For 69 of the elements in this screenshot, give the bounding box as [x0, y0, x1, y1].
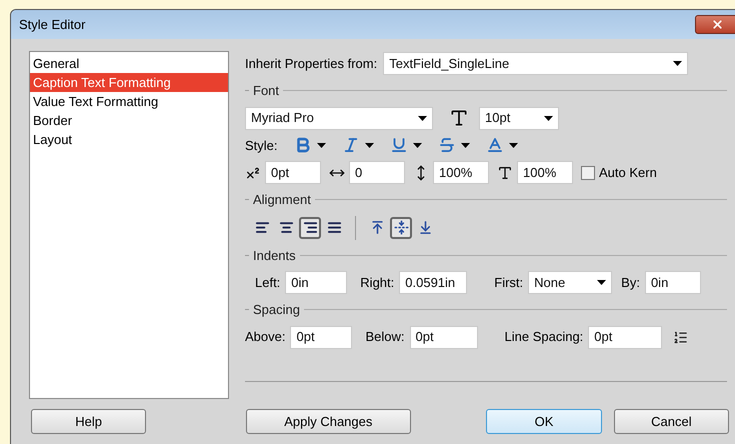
text-field[interactable]: 0pt: [265, 161, 321, 184]
category-item[interactable]: Caption Text Formatting: [30, 73, 228, 92]
close-icon: [710, 18, 724, 31]
field-label: By:: [621, 274, 640, 292]
text-field[interactable]: 100%: [433, 161, 489, 184]
font-family-dropdown[interactable]: Myriad Pro: [245, 106, 433, 130]
category-item[interactable]: Value Text Formatting: [30, 92, 228, 111]
caret-icon: [544, 116, 553, 120]
align-center-icon: [278, 220, 294, 235]
category-item[interactable]: Layout: [30, 130, 228, 149]
dialog-button[interactable]: OK: [486, 409, 602, 434]
caret-icon: [418, 116, 427, 120]
field-label: Above:: [245, 328, 286, 346]
first-line-dropdown[interactable]: None: [528, 271, 612, 294]
text-field[interactable]: 0in: [644, 271, 701, 294]
text-field[interactable]: 0: [349, 161, 405, 184]
text-field[interactable]: 0pt: [290, 326, 352, 348]
field-label: Left:: [255, 274, 280, 292]
align-justify-icon: [326, 220, 342, 235]
style-dropdown-button[interactable]: [438, 136, 470, 154]
text-field[interactable]: 0.0591in: [399, 271, 468, 294]
dialog-button[interactable]: Apply Changes: [246, 409, 411, 434]
text-field[interactable]: 0in: [285, 271, 348, 294]
dialog-button[interactable]: Help: [31, 409, 146, 434]
strikethrough-icon: [438, 136, 456, 154]
caret-icon: [597, 280, 606, 285]
field-label: Inherit Properties from:: [245, 54, 378, 73]
align-right-icon: [302, 220, 318, 235]
caret-icon: [316, 142, 326, 148]
section-heading: Font: [253, 82, 280, 100]
field-label: Line Spacing:: [504, 328, 584, 346]
style-dropdown-button[interactable]: [390, 136, 422, 154]
text-color-icon: [486, 136, 504, 154]
text-field[interactable]: 100%: [517, 161, 573, 184]
text-field[interactable]: 0pt: [588, 326, 662, 348]
underline-icon: [390, 136, 408, 154]
font-size-icon: [449, 108, 469, 128]
field-label: Right:: [360, 274, 394, 292]
font-size-dropdown[interactable]: 10pt: [479, 106, 559, 130]
inherit-dropdown[interactable]: TextField_SingleLine: [383, 52, 688, 75]
category-item[interactable]: Border: [30, 111, 228, 130]
close-button[interactable]: [695, 15, 735, 34]
section-heading: Alignment: [253, 191, 311, 209]
caret-icon: [364, 142, 374, 148]
caret-icon: [412, 142, 422, 148]
text-field[interactable]: 0pt: [410, 326, 478, 348]
caret-icon: [460, 142, 470, 148]
horizontal-scale-icon: [497, 164, 513, 180]
window-title: Style Editor: [19, 16, 86, 34]
category-item[interactable]: General: [30, 54, 228, 73]
align-middle-icon: [394, 220, 408, 235]
section-heading: Indents: [253, 246, 296, 264]
field-label: First:: [494, 274, 524, 292]
superscript-icon: [245, 164, 261, 180]
field-label: Below:: [365, 328, 405, 346]
line-spacing-icon: [673, 330, 688, 344]
dialog-button[interactable]: Cancel: [614, 409, 730, 434]
section-heading: Spacing: [253, 301, 300, 319]
alignment-button[interactable]: [299, 216, 321, 238]
alignment-button[interactable]: [390, 216, 412, 238]
align-bottom-icon: [418, 220, 432, 235]
caret-icon: [508, 142, 518, 148]
style-dropdown-button[interactable]: [486, 136, 518, 154]
align-top-icon: [370, 220, 384, 235]
align-left-icon: [254, 220, 270, 235]
caret-icon: [673, 61, 682, 66]
checkbox-label: Auto Kern: [599, 164, 657, 182]
field-label: Style:: [245, 136, 278, 155]
checkbox[interactable]: [581, 166, 595, 180]
